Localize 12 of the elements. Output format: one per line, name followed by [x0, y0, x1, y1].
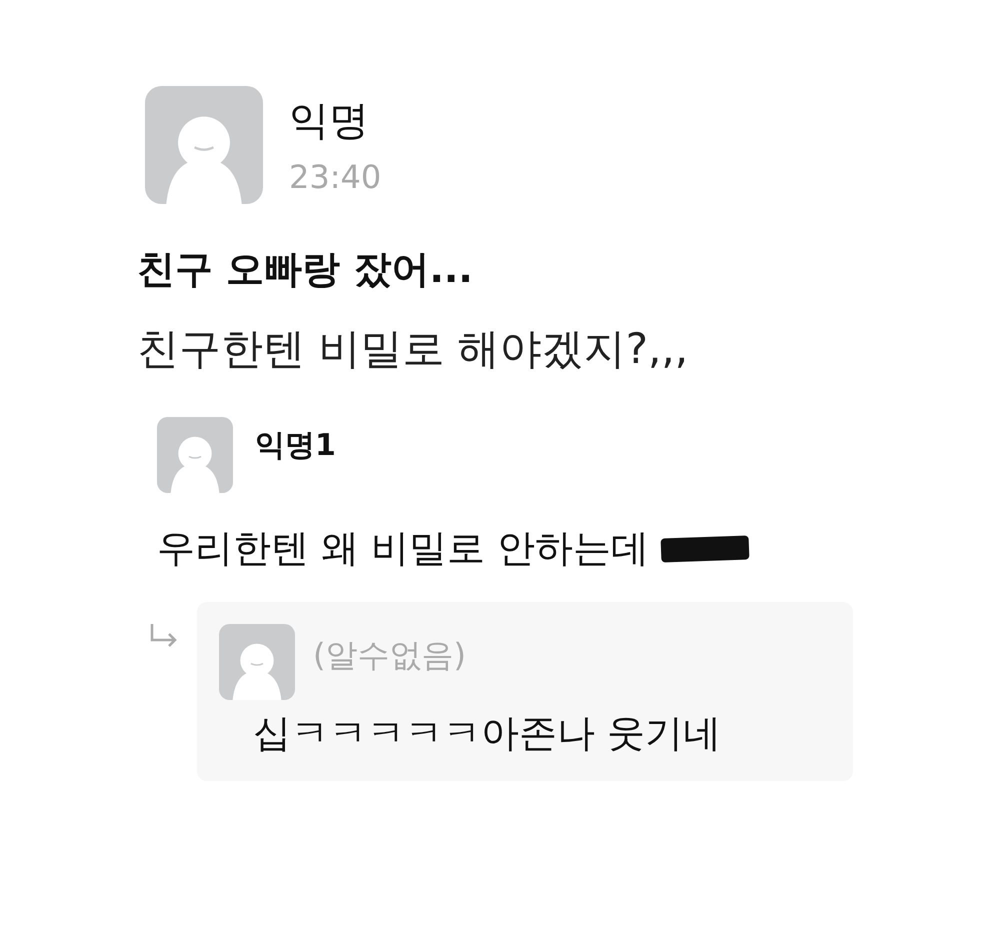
post-time: 23:40: [289, 158, 382, 196]
avatar-icon: [219, 624, 295, 700]
author-name: 익명: [289, 97, 370, 146]
avatar-icon: [157, 417, 233, 493]
comment-text: 우리한텐 왜 비밀로 안하는데: [157, 525, 650, 572]
post-body: 친구한텐 비밀로 해야겠지?,,,: [137, 323, 690, 375]
reply-author-name: (알수없음): [313, 635, 466, 676]
commenter-name: 익명1: [255, 426, 336, 464]
post-title: 친구 오빠랑 잤어...: [137, 246, 474, 293]
reply-arrow-icon: [149, 622, 179, 648]
reply-text: 십ㅋㅋㅋㅋㅋ아존나 웃기네: [253, 710, 722, 757]
avatar-icon: [145, 86, 263, 204]
